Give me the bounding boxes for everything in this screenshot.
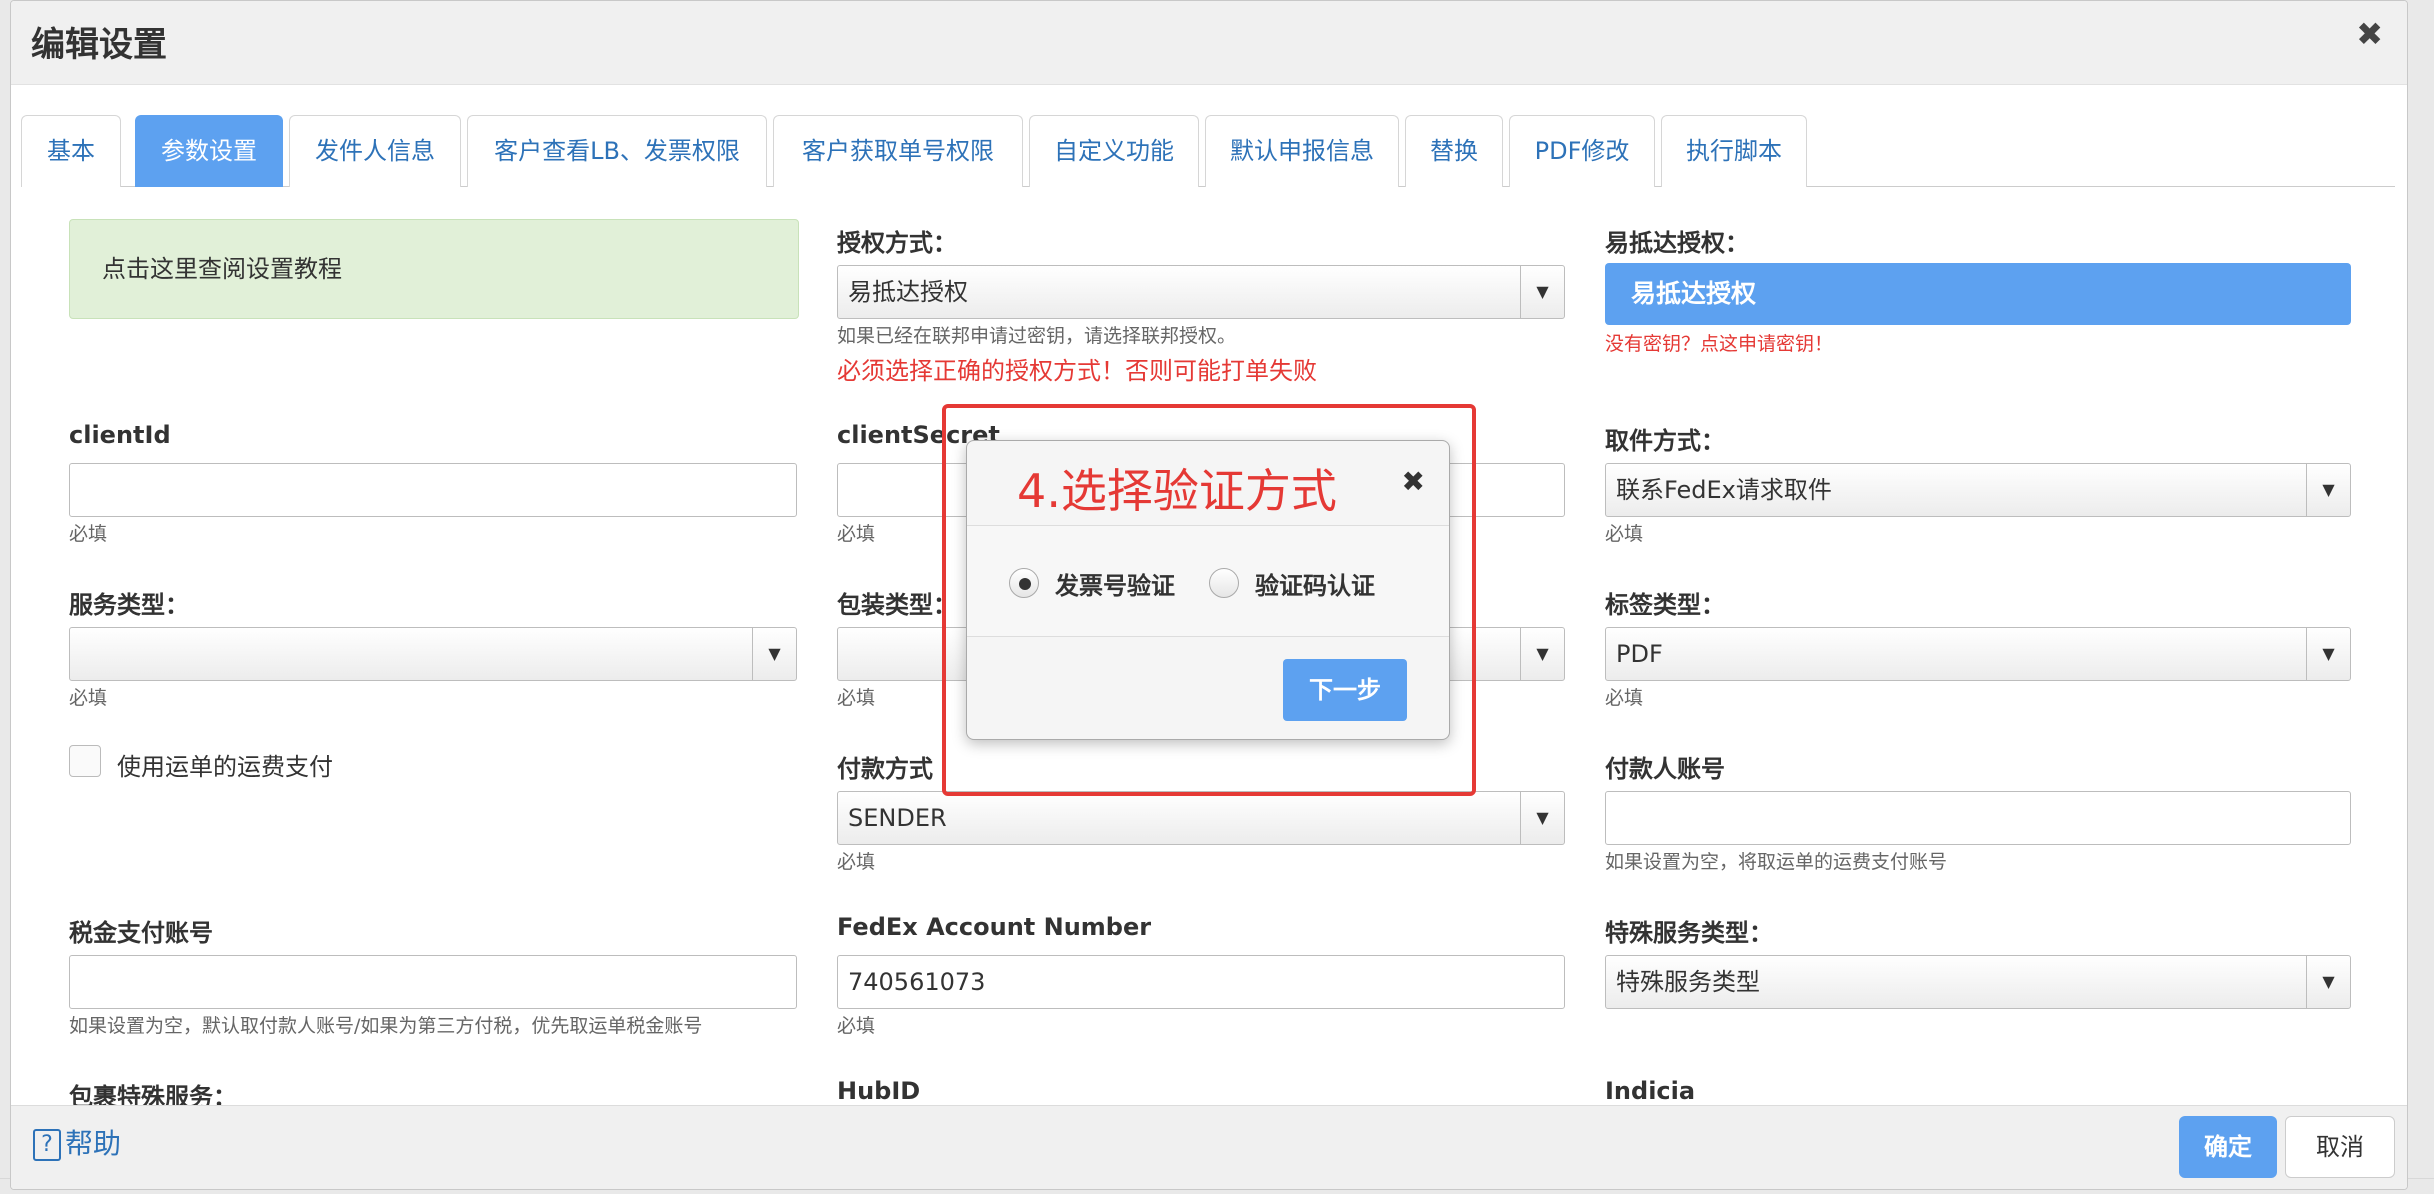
tutorial-notice[interactable]: 点击这里查阅设置教程 [69,219,799,319]
dialog-title: 编辑设置 [31,25,167,65]
tax-account-label: 税金支付账号 [69,919,213,947]
tab-customer-tracking-permission[interactable]: 客户获取单号权限 [773,115,1023,187]
label-type-value: PDF [1616,640,1663,668]
modal-body: 发票号验证 验证码认证 [967,525,1449,637]
chevron-down-icon: ▼ [1520,792,1564,844]
chevron-down-icon: ▼ [752,628,796,680]
payer-account-help: 如果设置为空，将取运单的运费支付账号 [1605,851,1948,873]
dialog-footer: ? 帮助 确定 取消 [11,1105,2407,1189]
radio-invoice-verification[interactable] [1009,568,1039,598]
tax-account-help: 如果设置为空，默认取付款人账号/如果为第三方付税，优先取运单税金账号 [69,1015,703,1037]
chevron-down-icon: ▼ [1520,628,1564,680]
radio-invoice-verification-label[interactable]: 发票号验证 [1055,566,1175,601]
pickup-method-help: 必填 [1605,523,1644,545]
radio-code-verification-label[interactable]: 验证码认证 [1255,566,1375,601]
indicia-label: Indicia [1605,1077,1696,1105]
question-icon: ? [33,1129,61,1161]
tab-default-declaration[interactable]: 默认申报信息 [1205,115,1399,187]
special-service-select[interactable]: 特殊服务类型 ▼ [1605,955,2351,1009]
client-id-label: clientId [69,421,171,449]
help-label: 帮助 [65,1127,122,1160]
chevron-down-icon: ▼ [1520,266,1564,318]
tab-sender-info[interactable]: 发件人信息 [289,115,461,187]
service-type-select[interactable]: ▼ [69,627,797,681]
tab-parameters[interactable]: 参数设置 [135,115,283,187]
tab-run-script[interactable]: 执行脚本 [1661,115,1807,187]
client-secret-help: 必填 [837,523,876,545]
special-service-label: 特殊服务类型： [1605,919,1773,947]
chevron-down-icon: ▼ [2306,956,2350,1008]
cancel-button[interactable]: 取消 [2285,1116,2395,1178]
auth-method-warning: 必须选择正确的授权方式！否则可能打单失败 [837,357,1317,385]
yida-auth-label: 易抵达授权： [1605,229,1749,257]
service-type-label: 服务类型： [69,591,189,619]
tab-basic[interactable]: 基本 [21,115,121,187]
auth-method-help: 如果已经在联邦申请过密钥，请选择联邦授权。 [837,325,1237,347]
payment-method-value: SENDER [848,804,947,832]
confirm-button[interactable]: 确定 [2179,1116,2277,1178]
tab-bar: 基本 参数设置 发件人信息 客户查看LB、发票权限 客户获取单号权限 自定义功能… [21,115,2395,187]
close-icon[interactable]: ✖ [1402,465,1425,498]
help-link[interactable]: ? 帮助 [33,1122,121,1162]
tab-replace[interactable]: 替换 [1405,115,1503,187]
radio-code-verification[interactable] [1209,568,1239,598]
dialog-titlebar: 编辑设置 ✖ [11,1,2407,85]
chevron-down-icon: ▼ [2306,464,2350,516]
pickup-method-value: 联系FedEx请求取件 [1616,476,1832,504]
tab-custom-functions[interactable]: 自定义功能 [1029,115,1199,187]
auth-method-value: 易抵达授权 [848,278,968,306]
fedex-account-input[interactable]: 740561073 [837,955,1565,1009]
fedex-account-label: FedEx Account Number [837,913,1152,941]
chevron-down-icon: ▼ [2306,628,2350,680]
label-type-select[interactable]: PDF ▼ [1605,627,2351,681]
payment-method-help: 必填 [837,851,876,873]
apply-key-link[interactable]: 没有密钥？点这申请密钥！ [1605,329,1833,356]
payment-method-label: 付款方式 [837,755,933,783]
pickup-method-label: 取件方式： [1605,427,1725,455]
close-icon[interactable]: ✖ [2356,15,2383,53]
package-type-label: 包装类型： [837,591,957,619]
label-type-label: 标签类型： [1605,591,1725,619]
auth-method-select[interactable]: 易抵达授权 ▼ [837,265,1565,319]
use-waybill-payment-checkbox[interactable] [69,745,101,777]
yida-auth-button[interactable]: 易抵达授权 [1605,263,2351,325]
hub-id-label: HubID [837,1077,921,1105]
payment-method-select[interactable]: SENDER ▼ [837,791,1565,845]
fedex-account-help: 必填 [837,1015,876,1037]
auth-method-label: 授权方式： [837,229,957,257]
special-service-value: 特殊服务类型 [1616,968,1760,996]
next-step-button[interactable]: 下一步 [1283,659,1407,721]
pickup-method-select[interactable]: 联系FedEx请求取件 ▼ [1605,463,2351,517]
tab-pdf-edit[interactable]: PDF修改 [1509,115,1655,187]
tax-account-input[interactable] [69,955,797,1009]
payer-account-label: 付款人账号 [1605,755,1725,783]
label-type-help: 必填 [1605,687,1644,709]
client-id-help: 必填 [69,523,108,545]
tab-customer-view-permission[interactable]: 客户查看LB、发票权限 [467,115,767,187]
service-type-help: 必填 [69,687,108,709]
client-id-input[interactable] [69,463,797,517]
payer-account-input[interactable] [1605,791,2351,845]
verification-modal: 4.选择验证方式 ✖ 发票号验证 验证码认证 下一步 [966,440,1450,740]
modal-title: 4.选择验证方式 [1017,464,1337,518]
package-type-help: 必填 [837,687,876,709]
use-waybill-payment-label: 使用运单的运费支付 [117,753,333,781]
